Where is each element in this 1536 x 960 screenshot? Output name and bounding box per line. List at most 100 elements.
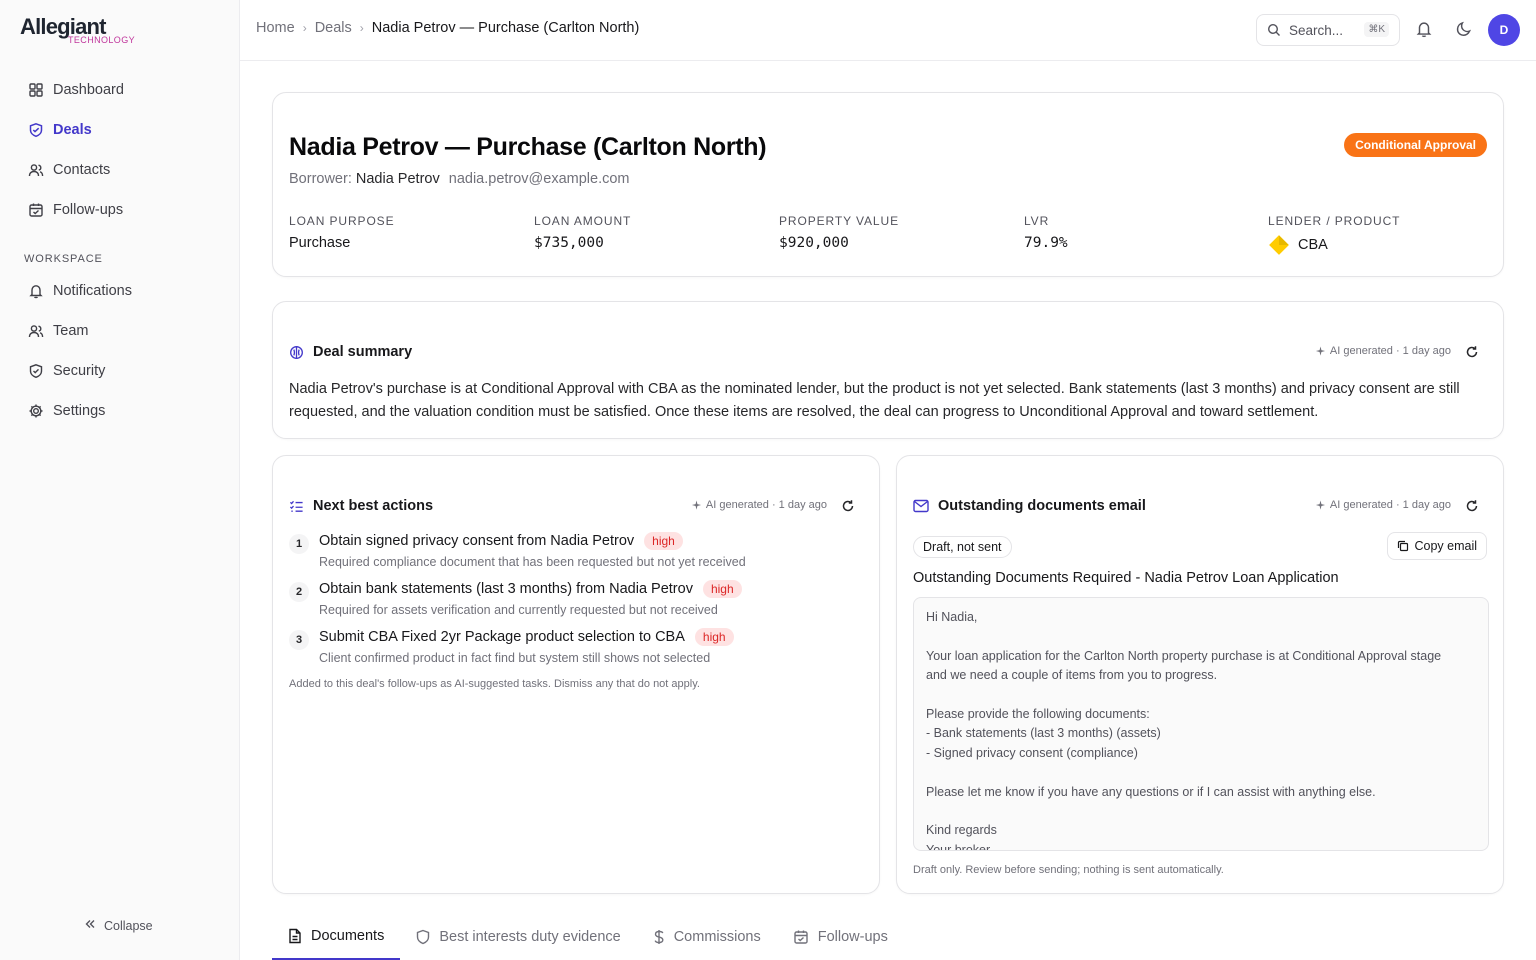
page-title: Nadia Petrov — Purchase (Carlton North)	[289, 133, 767, 161]
email-body-line: and we need a couple of items from you t…	[926, 668, 1218, 683]
email-body-line	[926, 802, 1476, 821]
shield-icon	[416, 929, 430, 945]
tab-follow-ups[interactable]: Follow-ups	[777, 914, 904, 960]
sparkles-icon	[691, 499, 702, 511]
copy-icon	[1397, 540, 1409, 552]
status-badge: Conditional Approval	[1344, 133, 1487, 157]
sidebar-item-label: Follow-ups	[53, 202, 124, 218]
action-item[interactable]: 1 Obtain signed privacy consent from Nad…	[289, 532, 849, 576]
actions-footnote: Added to this deal's follow-ups as AI-su…	[289, 678, 700, 690]
action-title: Submit CBA Fixed 2yr Package product sel…	[319, 628, 734, 646]
refresh-icon[interactable]	[841, 499, 855, 513]
breadcrumb-deals[interactable]: Deals	[315, 20, 352, 36]
sidebar: Allegiant TECHNOLOGY Dashboard Deals Con…	[0, 0, 240, 960]
deal-header-card: Nadia Petrov — Purchase (Carlton North) …	[272, 92, 1504, 277]
borrower-email[interactable]: nadia.petrov@example.com	[449, 171, 630, 187]
email-body-line: Please provide the following documents:	[926, 707, 1150, 721]
sidebar-item-contacts[interactable]: Contacts	[16, 153, 224, 187]
metric-value-property-value: $920,000	[779, 235, 849, 251]
shield-handshake-icon	[28, 122, 44, 138]
avatar[interactable]: D	[1488, 14, 1520, 46]
action-item[interactable]: 3 Submit CBA Fixed 2yr Package product s…	[289, 628, 849, 672]
refresh-icon[interactable]	[1465, 499, 1479, 513]
ai-generated-meta: AI generated · 1 day ago	[1315, 499, 1451, 511]
checklist-icon	[289, 499, 304, 514]
moon-icon[interactable]	[1455, 20, 1473, 38]
sparkles-icon	[1315, 345, 1326, 357]
sidebar-item-follow-ups[interactable]: Follow-ups	[16, 193, 224, 227]
priority-badge: high	[694, 628, 734, 646]
document-icon	[288, 928, 302, 944]
card-title-text: Outstanding documents email	[938, 498, 1146, 514]
brand-logo[interactable]: Allegiant TECHNOLOGY	[20, 14, 150, 50]
deal-summary-title: Deal summary	[289, 344, 412, 360]
email-body[interactable]: Hi Nadia, Your loan application for the C…	[913, 597, 1489, 851]
email-body-line: - Signed privacy consent (compliance)	[926, 745, 1138, 760]
card-title-text: Next best actions	[313, 498, 434, 514]
refresh-icon[interactable]	[1465, 345, 1479, 359]
draft-status-badge: Draft, not sent	[913, 536, 1012, 558]
sidebar-item-deals[interactable]: Deals	[16, 113, 224, 147]
action-item[interactable]: 2 Obtain bank statements (last 3 months)…	[289, 580, 849, 624]
metric-label-lender-product: LENDER / PRODUCT	[1268, 214, 1401, 228]
chevrons-left-icon	[84, 918, 96, 933]
breadcrumb: Home › Deals › Nadia Petrov — Purchase (…	[256, 20, 639, 36]
email-body-line: - Bank statements (last 3 months) (asset…	[926, 726, 1161, 741]
tab-documents[interactable]: Documents	[272, 914, 401, 960]
shield-icon	[28, 363, 44, 379]
search-input[interactable]: Search... ⌘K	[1256, 14, 1400, 46]
collapse-button[interactable]: Collapse	[84, 918, 153, 933]
email-footnote: Draft only. Review before sending; nothi…	[913, 864, 1224, 876]
email-body-line: Your broker	[926, 842, 991, 851]
email-body-line: Kind regards	[926, 823, 997, 838]
deal-summary-card: Deal summary AI generated · 1 day ago Na…	[272, 301, 1504, 439]
email-body-line: Hi Nadia,	[926, 610, 978, 624]
ai-meta-text: AI generated · 1 day ago	[1329, 499, 1451, 511]
deal-tabs: Documents Best interests duty evidence C…	[272, 914, 904, 960]
sidebar-item-security[interactable]: Security	[16, 354, 224, 388]
action-title-text: Obtain signed privacy consent from Nadia…	[319, 533, 635, 549]
metric-value-lvr: 79.9%	[1024, 235, 1068, 251]
priority-badge: high	[702, 580, 742, 598]
breadcrumb-current: Nadia Petrov — Purchase (Carlton North)	[371, 20, 640, 36]
dollar-icon	[653, 929, 665, 945]
sidebar-item-notifications[interactable]: Notifications	[16, 274, 224, 308]
email-body-line	[926, 627, 1476, 646]
sidebar-item-settings[interactable]: Settings	[16, 394, 224, 428]
sidebar-item-label: Security	[53, 363, 106, 379]
lender-name: CBA	[1298, 237, 1328, 253]
search-shortcut: ⌘K	[1364, 22, 1389, 37]
borrower-line: Borrower: Nadia Petrov nadia.petrov@exam…	[289, 171, 630, 187]
brain-icon	[289, 345, 304, 360]
metric-value-lender-product: CBA	[1268, 234, 1328, 256]
metric-label-loan-purpose: LOAN PURPOSE	[289, 214, 395, 228]
sidebar-item-label: Contacts	[53, 162, 111, 178]
email-body-line	[926, 763, 1476, 782]
next-best-actions-card: Next best actions AI generated · 1 day a…	[272, 455, 880, 894]
bell-icon[interactable]	[1415, 20, 1433, 38]
copy-email-button[interactable]: Copy email	[1387, 532, 1487, 560]
borrower-label: Borrower:	[289, 171, 352, 187]
topbar: Home › Deals › Nadia Petrov — Purchase (…	[240, 0, 1536, 61]
ai-meta-text: AI generated · 1 day ago	[1329, 345, 1451, 357]
search-placeholder: Search...	[1289, 22, 1344, 38]
tab-label: Documents	[311, 928, 385, 944]
mail-icon	[913, 499, 929, 513]
sidebar-item-team[interactable]: Team	[16, 314, 224, 348]
tab-commissions[interactable]: Commissions	[637, 914, 777, 960]
cba-logo-icon	[1268, 234, 1290, 256]
action-title: Obtain bank statements (last 3 months) f…	[319, 580, 742, 598]
sidebar-item-label: Dashboard	[53, 82, 124, 98]
action-number: 3	[289, 630, 309, 650]
breadcrumb-home[interactable]: Home	[256, 20, 295, 36]
copy-email-label: Copy email	[1414, 539, 1477, 553]
ai-generated-meta: AI generated · 1 day ago	[691, 499, 827, 511]
metric-value-loan-purpose: Purchase	[289, 235, 351, 251]
users-icon	[28, 323, 44, 339]
tab-best-interests[interactable]: Best interests duty evidence	[400, 914, 636, 960]
chevron-right-icon: ›	[359, 21, 364, 35]
grid-icon	[28, 82, 44, 98]
metric-label-lvr: LVR	[1024, 214, 1050, 228]
sidebar-item-dashboard[interactable]: Dashboard	[16, 73, 224, 107]
search-icon	[1267, 23, 1281, 37]
